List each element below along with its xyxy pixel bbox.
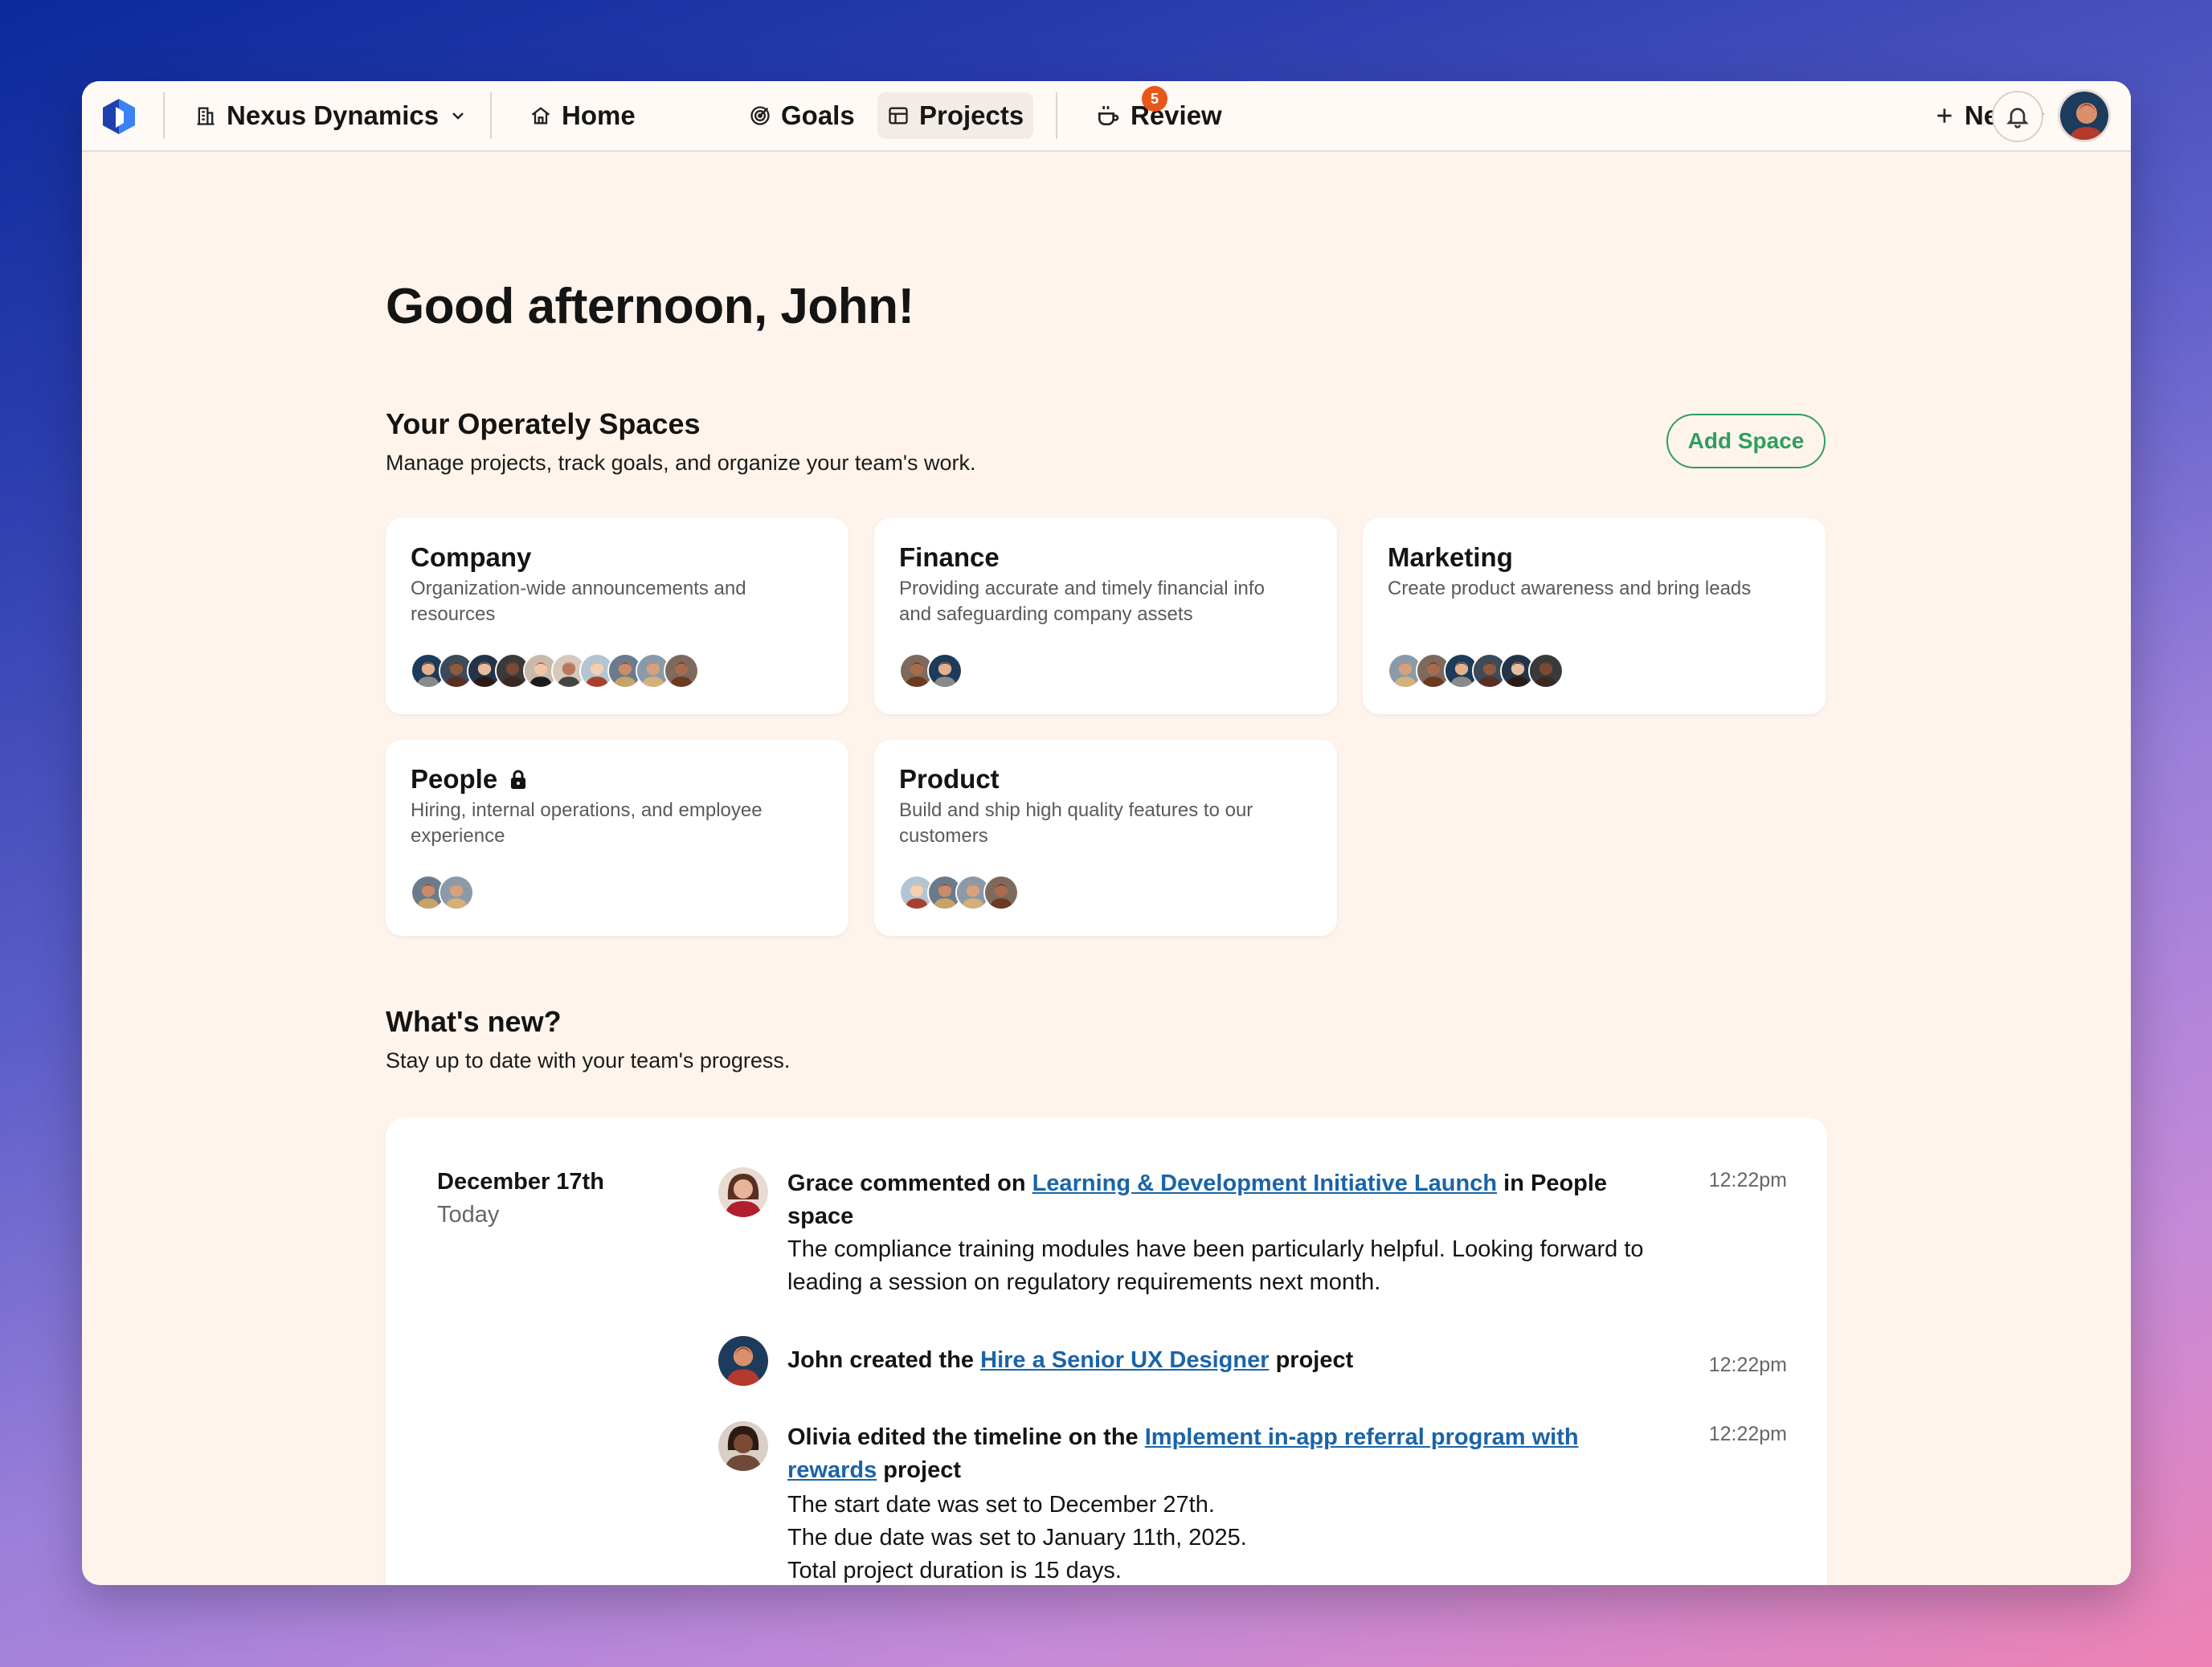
greeting-heading: Good afternoon, John!	[386, 279, 914, 334]
avatar-john-image	[718, 1336, 768, 1386]
space-name: People	[411, 764, 498, 794]
feed-item: Grace commented on Learning & Developmen…	[718, 1167, 1787, 1304]
avatar-olivia-image	[718, 1421, 768, 1471]
feed-item-time: 12:22pm	[1708, 1423, 1787, 1445]
space-card-people[interactable]: People Hiring, internal operations, and …	[386, 740, 848, 936]
nav-projects-label: Projects	[919, 100, 1024, 130]
spaces-subtitle: Manage projects, track goals, and organi…	[386, 451, 976, 475]
space-members	[411, 653, 699, 692]
review-count-badge: 5	[1142, 86, 1167, 112]
nav-divider	[163, 92, 165, 139]
space-card-marketing[interactable]: Marketing Create product awareness and b…	[1363, 518, 1826, 714]
org-switcher[interactable]: Nexus Dynamics	[185, 92, 477, 139]
space-card-description: Organization-wide announcements and reso…	[411, 578, 746, 625]
whats-new-subtitle: Stay up to date with your team's progres…	[386, 1048, 791, 1073]
feed-day: Today	[437, 1202, 500, 1228]
feed-item-suffix: project	[877, 1457, 961, 1483]
whats-new-title: What's new?	[386, 1005, 562, 1038]
feed-item-detail: The start date was set to December 27th.	[787, 1492, 1215, 1518]
member-avatar	[927, 653, 963, 688]
plus-icon	[1937, 108, 1952, 123]
building-icon	[197, 107, 215, 125]
nav-divider	[1056, 92, 1057, 139]
table-icon	[889, 107, 908, 125]
feed-item-message: The compliance training modules have bee…	[787, 1236, 1644, 1295]
space-card-description: Providing accurate and timely financial …	[899, 578, 1265, 625]
feed-item-detail: The due date was set to January 11th, 20…	[787, 1525, 1247, 1551]
space-card-title: People	[411, 764, 528, 795]
target-icon	[750, 106, 770, 125]
feed-item-text: Grace commented on Learning & Developmen…	[787, 1167, 1655, 1299]
lock-icon	[511, 770, 526, 789]
nav-goals[interactable]: Goals	[739, 92, 865, 139]
home-icon	[531, 107, 550, 125]
avatar[interactable]	[718, 1421, 768, 1471]
nav-goals-label: Goals	[781, 100, 855, 130]
feed-item-suffix: project	[1269, 1347, 1354, 1373]
user-avatar[interactable]	[2058, 89, 2111, 142]
feed-item: John created the Hire a Senior UX Design…	[718, 1336, 1787, 1387]
space-card-product[interactable]: Product Build and ship high quality feat…	[874, 740, 1337, 936]
avatar[interactable]	[718, 1167, 768, 1217]
operately-logo-icon[interactable]	[100, 97, 138, 136]
top-nav-bar: Nexus Dynamics Home Goals Projects Revie…	[82, 81, 2131, 152]
feed-item-detail: Total project duration is 15 days.	[787, 1558, 1122, 1583]
space-members	[899, 875, 1019, 913]
space-name: Marketing	[1388, 542, 1513, 572]
notifications-button[interactable]	[1992, 91, 2043, 142]
feed-item-text: Olivia edited the timeline on the Implem…	[787, 1421, 1655, 1585]
feed-date: December 17th	[437, 1169, 604, 1195]
space-card-title: Product	[899, 764, 1000, 795]
member-avatar	[664, 653, 699, 688]
space-members	[411, 875, 474, 913]
add-space-button[interactable]: Add Space	[1666, 414, 1826, 468]
feed-item-text: John created the Hire a Senior UX Design…	[787, 1344, 1655, 1377]
nav-divider	[490, 92, 492, 139]
feed-item-prefix: Grace commented on	[787, 1171, 1032, 1196]
space-name: Company	[411, 542, 532, 572]
space-card-title: Finance	[899, 542, 1000, 573]
space-card-description: Hiring, internal operations, and employe…	[411, 799, 763, 847]
chevron-down-icon	[452, 112, 464, 120]
space-card-title: Marketing	[1388, 542, 1513, 573]
feed-item: Olivia edited the timeline on the Implem…	[718, 1421, 1787, 1585]
avatar-grace-image	[718, 1167, 768, 1217]
nav-projects[interactable]: Projects	[877, 92, 1034, 139]
activity-feed: December 17th Today Grace commented on L…	[386, 1117, 1827, 1585]
feed-item-prefix: Olivia edited the timeline on the	[787, 1424, 1145, 1450]
space-members	[1388, 653, 1564, 692]
avatar-image	[2060, 92, 2108, 140]
nav-home[interactable]: Home	[520, 92, 645, 139]
feed-item-link[interactable]: Learning & Development Initiative Launch	[1032, 1171, 1498, 1196]
nav-home-label: Home	[562, 100, 636, 130]
spaces-title: Your Operately Spaces	[386, 407, 701, 440]
space-card-title: Company	[411, 542, 531, 573]
space-name: Product	[899, 764, 1000, 794]
member-avatar	[1528, 653, 1564, 688]
feed-item-time: 12:22pm	[1708, 1169, 1787, 1191]
member-avatar	[439, 875, 474, 910]
org-name: Nexus Dynamics	[227, 100, 440, 130]
space-card-company[interactable]: Company Organization-wide announcements …	[386, 518, 848, 714]
app-window: Nexus Dynamics Home Goals Projects Revie…	[82, 81, 2131, 1585]
coffee-icon	[1098, 106, 1119, 125]
space-card-description: Create product awareness and bring leads	[1388, 578, 1752, 599]
feed-item-prefix: John created the	[787, 1347, 981, 1373]
space-name: Finance	[899, 542, 1000, 572]
avatar[interactable]	[718, 1336, 768, 1386]
space-members	[899, 653, 963, 692]
member-avatar	[983, 875, 1019, 910]
feed-item-link[interactable]: Hire a Senior UX Designer	[980, 1347, 1269, 1373]
space-card-description: Build and ship high quality features to …	[899, 799, 1253, 847]
bell-icon	[2006, 108, 2029, 129]
space-card-finance[interactable]: Finance Providing accurate and timely fi…	[874, 518, 1337, 714]
feed-item-time: 12:22pm	[1708, 1354, 1787, 1376]
